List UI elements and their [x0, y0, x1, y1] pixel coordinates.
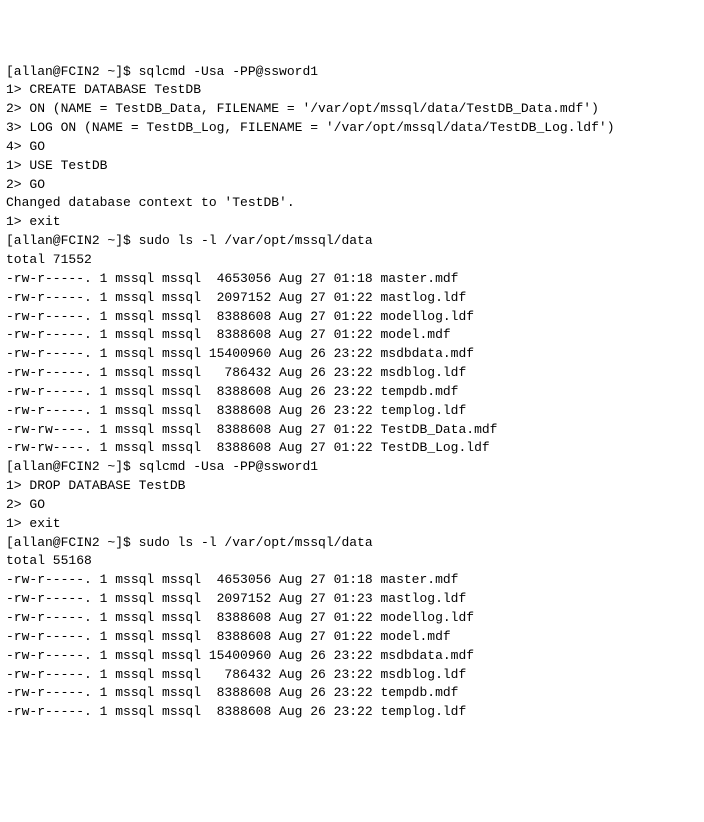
terminal-line: -rw-r-----. 1 mssql mssql 8388608 Aug 27…: [6, 326, 698, 345]
terminal-line: -rw-r-----. 1 mssql mssql 2097152 Aug 27…: [6, 289, 698, 308]
terminal-line: 2> ON (NAME = TestDB_Data, FILENAME = '/…: [6, 100, 698, 119]
terminal-line: [allan@FCIN2 ~]$ sqlcmd -Usa -PP@ssword1: [6, 458, 698, 477]
terminal-line: -rw-r-----. 1 mssql mssql 8388608 Aug 27…: [6, 308, 698, 327]
terminal-line: Changed database context to 'TestDB'.: [6, 194, 698, 213]
terminal-line: 1> USE TestDB: [6, 157, 698, 176]
terminal-output[interactable]: [allan@FCIN2 ~]$ sqlcmd -Usa -PP@ssword1…: [6, 63, 698, 723]
terminal-line: 2> GO: [6, 496, 698, 515]
terminal-line: 1> DROP DATABASE TestDB: [6, 477, 698, 496]
terminal-line: -rw-r-----. 1 mssql mssql 8388608 Aug 27…: [6, 628, 698, 647]
terminal-line: -rw-r-----. 1 mssql mssql 8388608 Aug 26…: [6, 684, 698, 703]
terminal-line: 4> GO: [6, 138, 698, 157]
terminal-line: -rw-r-----. 1 mssql mssql 2097152 Aug 27…: [6, 590, 698, 609]
terminal-line: -rw-r-----. 1 mssql mssql 8388608 Aug 26…: [6, 383, 698, 402]
terminal-line: -rw-r-----. 1 mssql mssql 786432 Aug 26 …: [6, 364, 698, 383]
terminal-line: total 55168: [6, 552, 698, 571]
terminal-line: 2> GO: [6, 176, 698, 195]
terminal-line: total 71552: [6, 251, 698, 270]
terminal-line: -rw-r-----. 1 mssql mssql 15400960 Aug 2…: [6, 345, 698, 364]
terminal-line: -rw-r-----. 1 mssql mssql 15400960 Aug 2…: [6, 647, 698, 666]
terminal-line: -rw-r-----. 1 mssql mssql 8388608 Aug 26…: [6, 402, 698, 421]
terminal-line: [allan@FCIN2 ~]$ sudo ls -l /var/opt/mss…: [6, 232, 698, 251]
terminal-line: 1> CREATE DATABASE TestDB: [6, 81, 698, 100]
terminal-line: 1> exit: [6, 213, 698, 232]
terminal-line: -rw-r-----. 1 mssql mssql 8388608 Aug 27…: [6, 609, 698, 628]
terminal-line: 1> exit: [6, 515, 698, 534]
terminal-line: [allan@FCIN2 ~]$ sqlcmd -Usa -PP@ssword1: [6, 63, 698, 82]
terminal-line: -rw-r-----. 1 mssql mssql 786432 Aug 26 …: [6, 666, 698, 685]
terminal-line: -rw-r-----. 1 mssql mssql 4653056 Aug 27…: [6, 571, 698, 590]
terminal-line: -rw-rw----. 1 mssql mssql 8388608 Aug 27…: [6, 439, 698, 458]
terminal-line: -rw-r-----. 1 mssql mssql 8388608 Aug 26…: [6, 703, 698, 722]
terminal-line: [allan@FCIN2 ~]$ sudo ls -l /var/opt/mss…: [6, 534, 698, 553]
terminal-line: 3> LOG ON (NAME = TestDB_Log, FILENAME =…: [6, 119, 698, 138]
terminal-line: -rw-rw----. 1 mssql mssql 8388608 Aug 27…: [6, 421, 698, 440]
terminal-line: -rw-r-----. 1 mssql mssql 4653056 Aug 27…: [6, 270, 698, 289]
